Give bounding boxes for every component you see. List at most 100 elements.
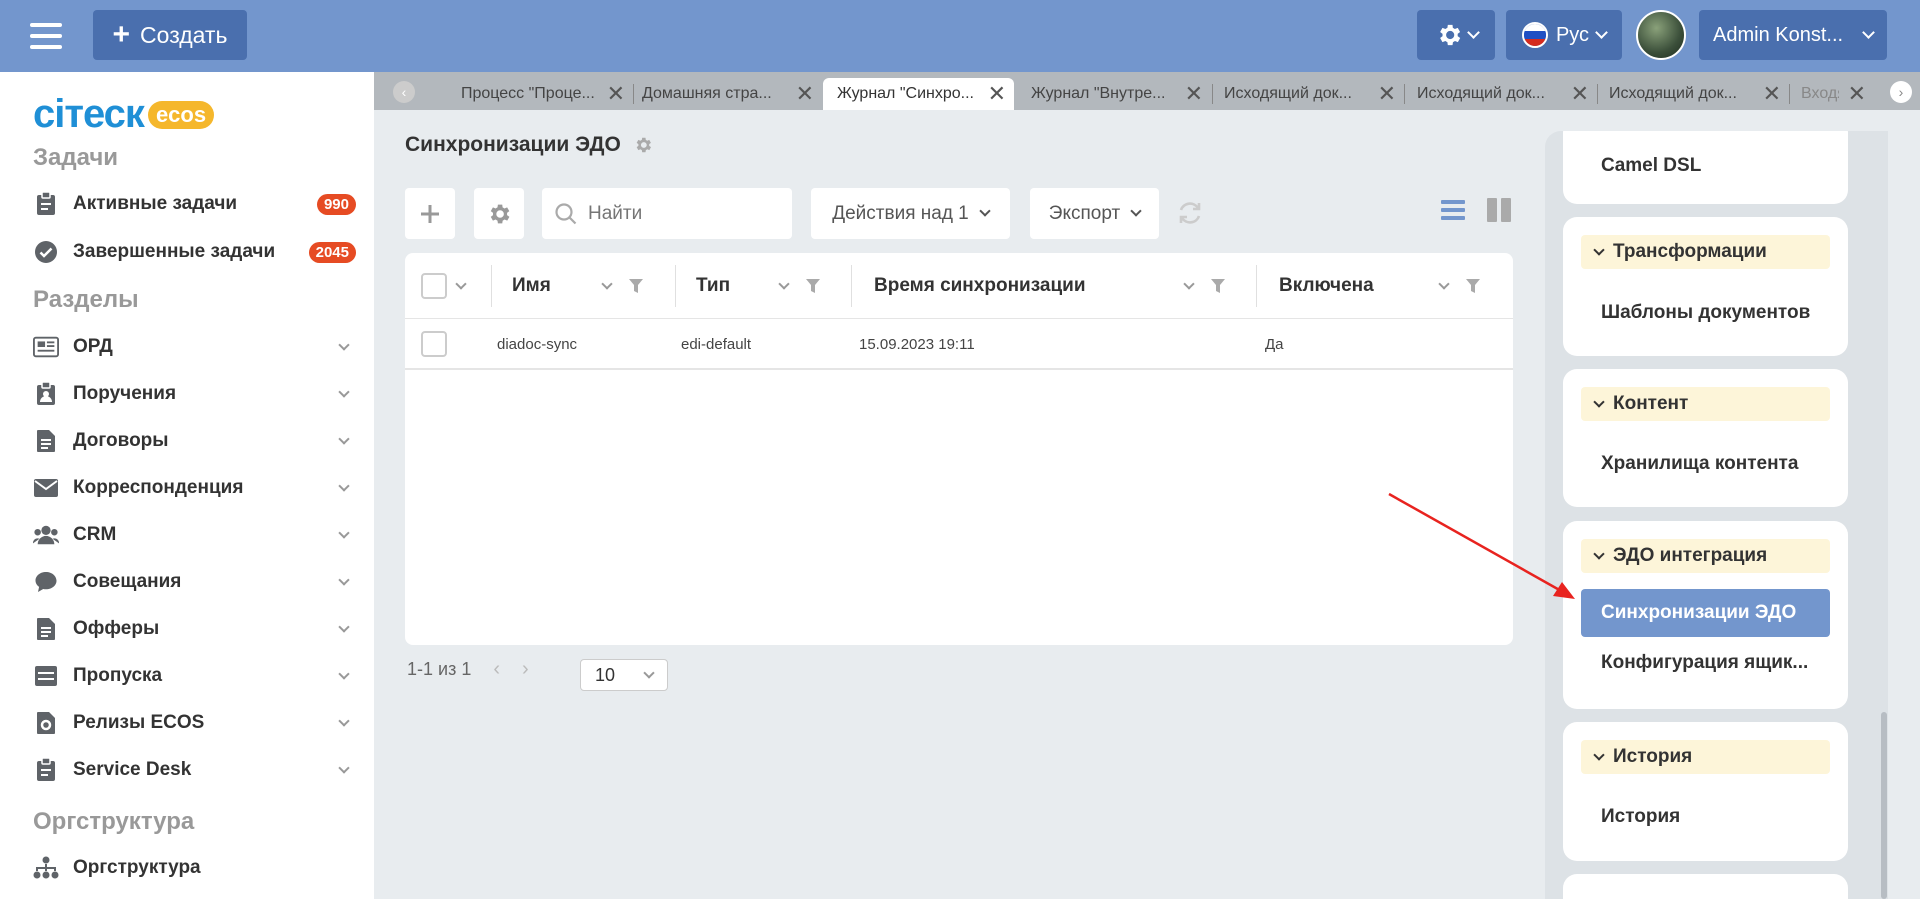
- tab-outgoing-1[interactable]: Исходящий док... ✕: [1224, 78, 1404, 110]
- menu-link-edo-sync[interactable]: Синхронизации ЭДО: [1581, 589, 1830, 637]
- refresh-icon[interactable]: [1176, 199, 1204, 232]
- menu-link-content-storage[interactable]: Хранилища контента: [1581, 440, 1830, 488]
- settings-button[interactable]: [1417, 10, 1495, 60]
- menu-group-header[interactable]: История: [1581, 740, 1830, 774]
- create-button[interactable]: + Создать: [93, 10, 247, 60]
- journal-settings-button[interactable]: [474, 188, 524, 239]
- language-button[interactable]: Рус: [1506, 10, 1622, 60]
- sidebar-item-meetings[interactable]: Совещания: [33, 564, 356, 600]
- tab-divider: [1597, 84, 1598, 104]
- pagination-summary: 1-1 из 1: [407, 659, 472, 679]
- tab-incoming[interactable]: Входя... ✕: [1789, 78, 1874, 110]
- export-dropdown[interactable]: Экспорт: [1030, 188, 1159, 239]
- newspaper-icon: [33, 334, 59, 360]
- sidebar-item-orgstructure[interactable]: Оргструктура: [33, 850, 356, 886]
- bulk-actions-dropdown[interactable]: Действия над 1: [811, 188, 1010, 239]
- column-header-name[interactable]: Имя: [512, 253, 551, 319]
- close-icon[interactable]: ✕: [1848, 83, 1866, 105]
- menu-group-header[interactable]: Трансформации: [1581, 235, 1830, 269]
- section-title-tasks: Задачи: [33, 144, 119, 171]
- page-size-select[interactable]: 10: [580, 659, 668, 691]
- table-header-row: Имя Тип Время синхронизации Включена: [405, 253, 1513, 319]
- sidebar-item-correspondence[interactable]: Корреспонденция: [33, 470, 356, 506]
- filter-icon[interactable]: [1466, 279, 1480, 293]
- sidebar-item-passes[interactable]: Пропуска: [33, 658, 356, 694]
- menu-group-header[interactable]: Контент: [1581, 387, 1830, 421]
- chevron-down-icon[interactable]: [601, 277, 613, 290]
- envelope-icon: [33, 475, 59, 501]
- tab-process[interactable]: Процесс "Проце... ✕: [453, 78, 633, 110]
- column-controls-name: [601, 277, 643, 293]
- menu-group-title: Контент: [1613, 393, 1689, 414]
- select-all-checkbox[interactable]: [421, 273, 447, 299]
- search-input[interactable]: [588, 202, 768, 225]
- filter-icon[interactable]: [1211, 279, 1225, 293]
- sidebar-item-crm[interactable]: CRM: [33, 517, 356, 553]
- row-checkbox[interactable]: [421, 331, 447, 357]
- tabs-scroll-left-icon[interactable]: ‹: [393, 81, 415, 103]
- menu-group-header[interactable]: ЭДО интеграция: [1581, 539, 1830, 573]
- close-icon[interactable]: ✕: [1571, 83, 1589, 105]
- list-view-icon[interactable]: [1440, 197, 1466, 223]
- tab-home[interactable]: Домашняя стра... ✕: [642, 78, 822, 110]
- user-menu-button[interactable]: Admin Konst...: [1699, 10, 1887, 60]
- add-record-button[interactable]: [405, 188, 455, 239]
- sidebar-item-offers[interactable]: Офферы: [33, 611, 356, 647]
- chevron-down-icon: [1466, 26, 1480, 39]
- page-title-text: Синхронизации ЭДО: [405, 133, 621, 156]
- chevron-down-icon[interactable]: [455, 277, 467, 290]
- column-header-sync-time[interactable]: Время синхронизации: [874, 253, 1086, 319]
- tab-label: Входя...: [1801, 85, 1839, 102]
- gear-icon[interactable]: [633, 135, 653, 155]
- user-name: Admin Konst...: [1713, 23, 1844, 46]
- column-controls-sync-time: [1183, 277, 1225, 293]
- citeck-ecos-logo[interactable]: ciтеск ecos: [33, 92, 215, 137]
- sidebar-item-service-desk[interactable]: Service Desk: [33, 752, 356, 788]
- menu-link-document-templates[interactable]: Шаблоны документов: [1581, 289, 1830, 337]
- table-row[interactable]: diadoc-sync edi-default 15.09.2023 19:11…: [405, 320, 1513, 370]
- panel-scrollbar-thumb[interactable]: [1881, 712, 1887, 899]
- sidebar-item-assignments[interactable]: Поручения: [33, 376, 356, 412]
- avatar[interactable]: [1636, 10, 1686, 60]
- filter-icon[interactable]: [629, 279, 643, 293]
- column-divider: [491, 265, 492, 307]
- tab-outgoing-2[interactable]: Исходящий док... ✕: [1417, 78, 1597, 110]
- tabs-scroll-right-icon[interactable]: ›: [1890, 81, 1912, 103]
- menu-card-camel: Camel DSL: [1563, 131, 1848, 204]
- chevron-down-icon[interactable]: [1438, 277, 1450, 290]
- tab-outgoing-3[interactable]: Исходящий док... ✕: [1609, 78, 1789, 110]
- row-checkbox-cell: [421, 320, 447, 368]
- sidebar-item-ord[interactable]: ОРД: [33, 329, 356, 365]
- menu-card-history: История История: [1563, 722, 1848, 861]
- sidebar-item-label: Поручения: [73, 383, 177, 404]
- tab-journal-internal[interactable]: Журнал "Внутре... ✕: [1031, 78, 1211, 110]
- chevron-down-icon: [1862, 26, 1875, 39]
- filter-icon[interactable]: [806, 279, 820, 293]
- menu-link-camel-dsl[interactable]: Camel DSL: [1581, 142, 1830, 190]
- cell-enabled: Да: [1265, 335, 1284, 353]
- close-icon[interactable]: ✕: [988, 83, 1006, 105]
- close-icon[interactable]: ✕: [1378, 83, 1396, 105]
- check-circle-icon: [33, 239, 59, 265]
- close-icon[interactable]: ✕: [1185, 83, 1203, 105]
- close-icon[interactable]: ✕: [607, 83, 625, 105]
- logo-text: ciтеск: [33, 92, 145, 136]
- column-header-enabled[interactable]: Включена: [1279, 253, 1374, 319]
- menu-link-mailbox-config[interactable]: Конфигурация ящик...: [1581, 639, 1830, 687]
- sidebar-item-active-tasks[interactable]: Активные задачи 990: [33, 186, 356, 222]
- sidebar-item-contracts[interactable]: Договоры: [33, 423, 356, 459]
- split-view-icon[interactable]: [1486, 197, 1512, 223]
- menu-burger-icon[interactable]: [30, 23, 62, 49]
- column-header-type[interactable]: Тип: [696, 253, 730, 319]
- next-page-icon[interactable]: ›: [522, 658, 529, 681]
- tab-journal-sync[interactable]: Журнал "Синхро... ✕: [823, 78, 1014, 110]
- close-icon[interactable]: ✕: [796, 83, 814, 105]
- close-icon[interactable]: ✕: [1763, 83, 1781, 105]
- prev-page-icon[interactable]: ‹: [493, 658, 500, 681]
- sidebar-item-ecos-releases[interactable]: Релизы ECOS: [33, 705, 356, 741]
- chevron-down-icon[interactable]: [1183, 277, 1195, 290]
- chevron-down-icon[interactable]: [778, 277, 790, 290]
- sidebar-item-completed-tasks[interactable]: Завершенные задачи 2045: [33, 234, 356, 270]
- clipboard-icon: [33, 191, 59, 217]
- menu-link-history[interactable]: История: [1581, 793, 1830, 841]
